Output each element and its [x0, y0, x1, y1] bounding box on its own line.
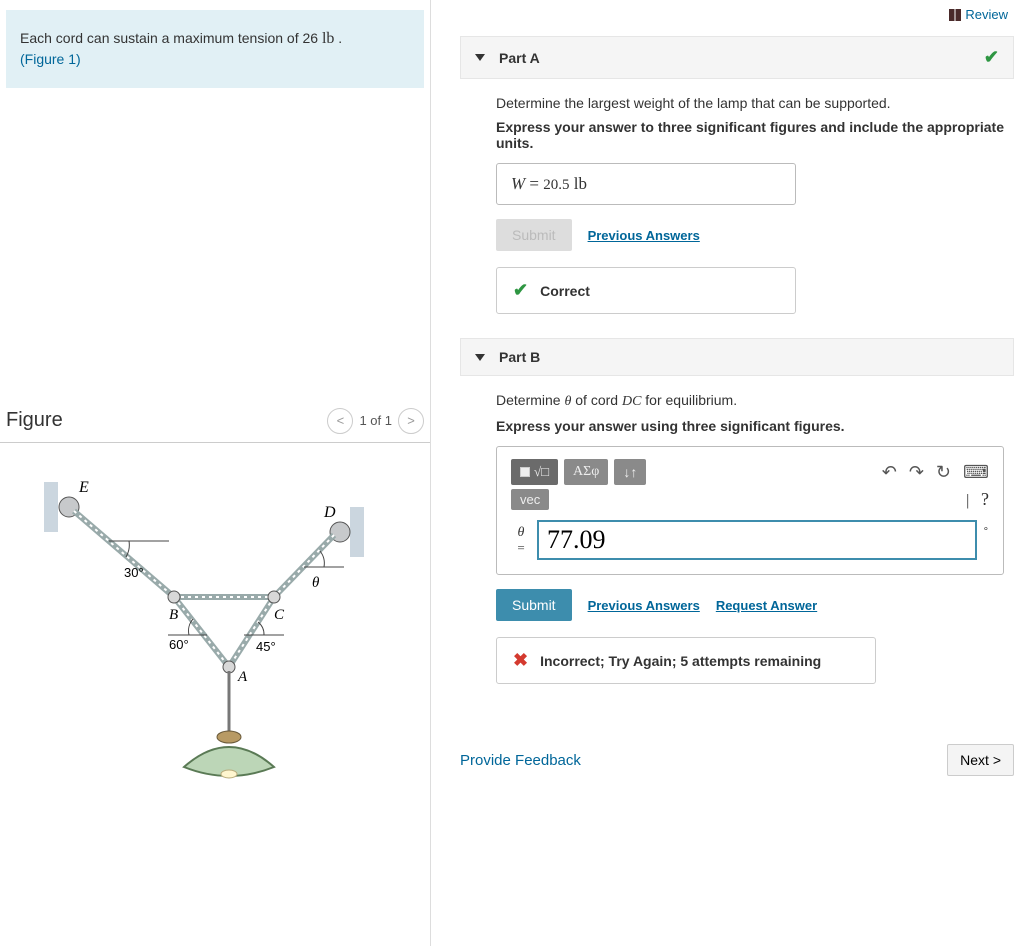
caret-down-icon [475, 354, 485, 361]
prompt-text: Each cord can sustain a maximum tension … [20, 30, 322, 46]
keyboard-icon[interactable]: ⌨ [963, 462, 989, 483]
part-b-instruction: Determine θ of cord DC for equilibrium. [496, 392, 1004, 410]
figure-heading: Figure [6, 409, 63, 432]
part-b-previous-answers-link[interactable]: Previous Answers [588, 598, 700, 613]
correct-label: Correct [540, 283, 590, 299]
review-link[interactable]: Review [949, 7, 1008, 22]
problem-statement: Each cord can sustain a maximum tension … [6, 10, 424, 88]
part-a-title: Part A [499, 50, 540, 66]
svg-text:60°: 60° [169, 637, 189, 652]
caret-down-icon [475, 54, 485, 61]
prompt-unit: lb [322, 30, 334, 47]
provide-feedback-link[interactable]: Provide Feedback [460, 752, 581, 769]
theta-input[interactable] [537, 520, 977, 560]
part-a-instruction: Determine the largest weight of the lamp… [496, 95, 1004, 111]
prompt-text-after: . [334, 30, 342, 46]
figure-link[interactable]: (Figure 1) [20, 51, 81, 67]
svg-text:D: D [323, 504, 336, 521]
part-a-answer-display: W = 20.5 lb [496, 163, 796, 205]
subscript-tool-button[interactable]: ↓↑ [614, 459, 646, 485]
correct-feedback-box: ✔ Correct [496, 267, 796, 314]
help-icon[interactable]: ? [981, 489, 989, 509]
redo-icon[interactable]: ↷ [909, 462, 924, 483]
figure-counter: 1 of 1 [359, 413, 392, 428]
undo-icon[interactable]: ↶ [882, 462, 897, 483]
part-a-submit-button: Submit [496, 219, 572, 251]
check-icon: ✔ [984, 47, 999, 68]
svg-text:A: A [237, 669, 248, 685]
next-button[interactable]: Next > [947, 744, 1014, 776]
svg-text:30°: 30° [124, 565, 144, 580]
svg-text:E: E [78, 479, 89, 496]
theta-equals-label: θ = [511, 520, 531, 560]
svg-text:45°: 45° [256, 639, 276, 654]
part-a-previous-answers-link[interactable]: Previous Answers [588, 228, 700, 243]
request-answer-link[interactable]: Request Answer [716, 598, 817, 613]
help-separator: | [966, 492, 969, 509]
part-b-submit-button[interactable]: Submit [496, 589, 572, 621]
incorrect-feedback-box: ✖ Incorrect; Try Again; 5 attempts remai… [496, 637, 876, 684]
part-b-header[interactable]: Part B [460, 338, 1014, 376]
equation-editor: √□ ΑΣφ ↓↑ ↶ ↷ ↻ ⌨ vec | ? [496, 446, 1004, 575]
part-b-title: Part B [499, 349, 540, 365]
figure-prev-button[interactable]: < [327, 408, 353, 434]
incorrect-label: Incorrect; Try Again; 5 attempts remaini… [540, 653, 821, 669]
x-icon: ✖ [513, 650, 528, 671]
check-icon: ✔ [513, 280, 528, 301]
reset-icon[interactable]: ↻ [936, 462, 951, 483]
figure-diagram: E D B C A [0, 451, 430, 816]
templates-tool-button[interactable]: √□ [511, 459, 558, 485]
greek-tool-button[interactable]: ΑΣφ [564, 459, 608, 485]
svg-text:θ: θ [312, 575, 320, 591]
svg-text:C: C [274, 607, 285, 623]
svg-text:B: B [169, 607, 178, 623]
part-a-header[interactable]: Part A ✔ [460, 36, 1014, 79]
vec-tool-button[interactable]: vec [511, 489, 549, 510]
part-a-instruction-bold: Express your answer to three significant… [496, 119, 1004, 151]
degree-symbol: ∘ [983, 520, 989, 535]
figure-next-button[interactable]: > [398, 408, 424, 434]
part-b-instruction-bold: Express your answer using three signific… [496, 418, 1004, 434]
